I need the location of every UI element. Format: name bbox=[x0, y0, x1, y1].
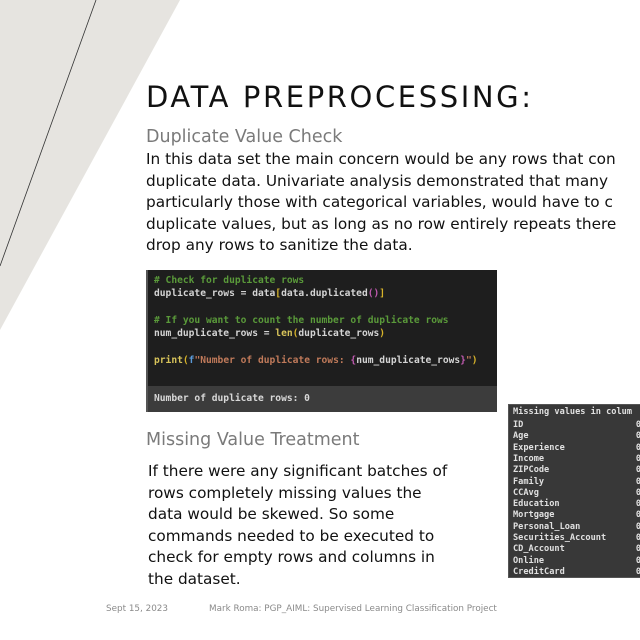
missing-values-row: ID 0 bbox=[513, 420, 640, 431]
code-text: duplicate_rows bbox=[298, 328, 380, 340]
paragraph-line: commands needed to be executed to bbox=[148, 526, 435, 545]
missing-values-row: Online 0 bbox=[513, 556, 640, 567]
paragraph-line: data would be skewed. So some bbox=[148, 505, 395, 524]
missing-value-paragraph: If there were any significant batches of… bbox=[148, 461, 447, 591]
column-name: ID bbox=[513, 420, 524, 430]
missing-values-row: ZIPCode 0 bbox=[513, 465, 640, 476]
column-name: Family bbox=[513, 476, 545, 487]
missing-values-row: Mortgage 0 bbox=[513, 510, 640, 521]
missing-count: 0 bbox=[636, 544, 640, 554]
paragraph-line: the dataset. bbox=[148, 569, 241, 588]
missing-count: 0 bbox=[636, 499, 640, 509]
code-bracket: ) bbox=[379, 328, 386, 340]
missing-values-row: Personal_Loan 0 bbox=[513, 522, 640, 533]
duplicate-check-paragraph: In this data set the main concern would … bbox=[146, 149, 616, 257]
paragraph-line: If there were any significant batches of bbox=[148, 462, 448, 480]
code-output-text: Number of duplicate rows: 0 bbox=[154, 393, 310, 404]
column-name: Online bbox=[513, 555, 545, 566]
missing-count: 0 bbox=[636, 465, 640, 475]
column-name: CreditCard bbox=[513, 566, 565, 577]
column-name: Age bbox=[513, 431, 529, 442]
code-bracket: () bbox=[367, 288, 380, 300]
missing-values-row: CD_Account 0 bbox=[513, 544, 640, 555]
paragraph-line: check for empty rows and columns in bbox=[148, 548, 435, 567]
missing-count: 0 bbox=[636, 488, 640, 498]
column-name: Personal_Loan bbox=[513, 521, 581, 532]
missing-count: 0 bbox=[636, 431, 640, 441]
code-comment: # If you want to count the number of dup… bbox=[154, 314, 449, 326]
missing-count: 0 bbox=[636, 443, 640, 453]
missing-count: 0 bbox=[636, 477, 640, 487]
code-comment: # Check for duplicate rows bbox=[154, 275, 305, 286]
code-string: "Number of duplicate rows: bbox=[194, 354, 351, 366]
code-builtin: print bbox=[154, 354, 183, 366]
code-line: num_duplicate_rows = len(duplicate_rows) bbox=[154, 327, 478, 340]
duplicate-check-heading: Duplicate Value Check bbox=[146, 127, 343, 147]
paragraph-line: rows completely missing values the bbox=[148, 483, 422, 502]
paragraph-line: particularly those with categorical vari… bbox=[146, 193, 613, 212]
code-bracket: ] bbox=[379, 288, 386, 300]
paragraph-line: duplicate values, but as long as no row … bbox=[146, 214, 617, 233]
missing-values-row: Experience 0 bbox=[513, 443, 640, 454]
paragraph-line: In this data set the main concern would … bbox=[146, 150, 616, 168]
missing-values-header: Missing values in colum bbox=[513, 407, 632, 417]
missing-values-row: Family 0 bbox=[513, 477, 640, 488]
missing-values-row: CreditCard 0 bbox=[513, 566, 640, 577]
code-text: num_duplicate_rows = bbox=[154, 328, 276, 340]
code-builtin: len bbox=[275, 328, 293, 340]
missing-values-row: Securities_Account 0 bbox=[513, 533, 640, 544]
missing-values-row: CCAvg 0 bbox=[513, 488, 640, 499]
code-line: duplicate_rows = data[data.duplicated()] bbox=[154, 287, 478, 300]
code-output-area: Number of duplicate rows: 0 bbox=[148, 386, 497, 412]
slide-title: DATA PREPROCESSING: bbox=[146, 80, 534, 114]
missing-count: 0 bbox=[636, 522, 640, 532]
column-name: Securities_Account bbox=[513, 533, 607, 543]
code-line: print(f"Number of duplicate rows: {num_d… bbox=[154, 354, 478, 367]
paragraph-line: duplicate data. Univariate analysis demo… bbox=[146, 171, 609, 190]
column-name: Income bbox=[513, 453, 545, 464]
column-name: CCAvg bbox=[513, 487, 539, 498]
missing-count: 0 bbox=[636, 510, 640, 520]
code-line: # Check for duplicate rows bbox=[154, 274, 478, 287]
code-text: num_duplicate_rows bbox=[356, 354, 461, 366]
missing-count: 0 bbox=[636, 556, 640, 566]
missing-values-row: Age 0 bbox=[513, 431, 640, 442]
missing-count: 0 bbox=[636, 567, 640, 577]
missing-values-output: Missing values in colum ID0Age0Experienc… bbox=[508, 404, 640, 578]
code-lines: # Check for duplicate rows duplicate_row… bbox=[154, 274, 478, 367]
column-name: Mortgage bbox=[513, 510, 555, 521]
column-name: CD_Account bbox=[513, 544, 565, 555]
paragraph-line: drop any rows to sanitize the data. bbox=[146, 236, 413, 255]
missing-values-row: Education 0 bbox=[513, 499, 640, 510]
column-name: Education bbox=[513, 499, 560, 510]
code-line: # If you want to count the number of dup… bbox=[154, 314, 478, 327]
missing-count: 0 bbox=[636, 420, 640, 430]
missing-values-row: Income 0 bbox=[513, 454, 640, 465]
column-name: ZIPCode bbox=[513, 465, 550, 476]
missing-count: 0 bbox=[636, 533, 640, 543]
footer-date: Sept 15, 2023 bbox=[106, 604, 168, 614]
footer-caption: Mark Roma: PGP_AIML: Supervised Learning… bbox=[209, 604, 497, 614]
column-name: Experience bbox=[513, 442, 565, 453]
code-bracket: ) bbox=[471, 354, 478, 366]
code-cell-screenshot: # Check for duplicate rows duplicate_row… bbox=[146, 270, 497, 412]
code-text: duplicate_rows = data bbox=[154, 288, 276, 300]
code-text: data.duplicated bbox=[281, 288, 368, 300]
missing-count: 0 bbox=[636, 454, 640, 464]
missing-value-heading: Missing Value Treatment bbox=[146, 430, 360, 450]
